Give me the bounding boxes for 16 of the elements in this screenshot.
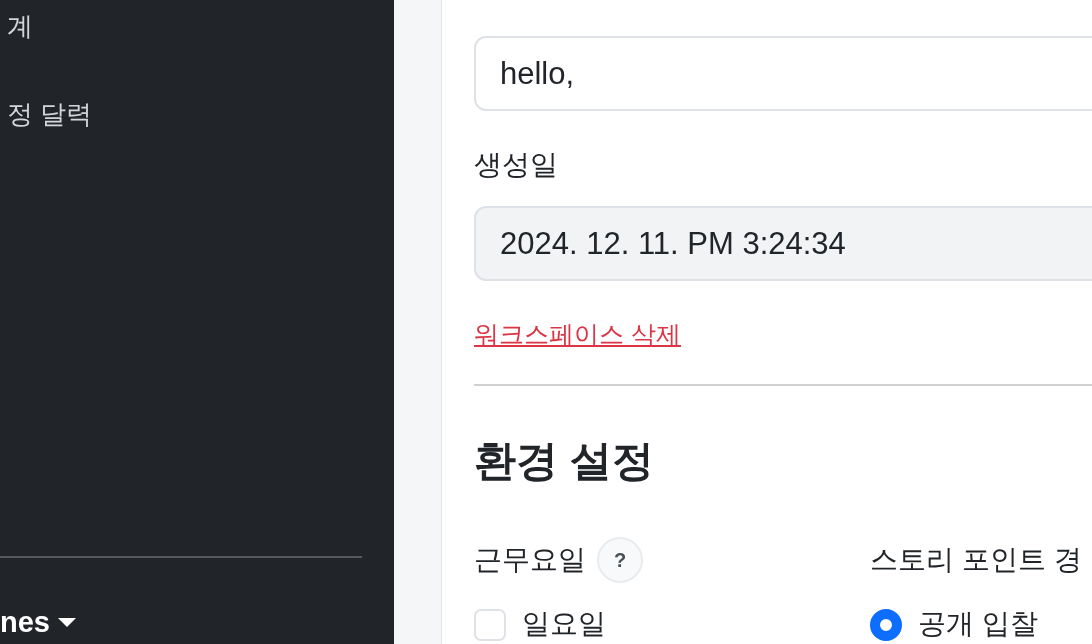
option-label: 공개 입찰: [918, 609, 1038, 639]
menu-toggle[interactable]: nes: [0, 602, 76, 642]
group-label: 근무요일: [474, 543, 586, 577]
checkbox[interactable]: [474, 609, 506, 641]
delete-link[interactable]: 워크스페이스 삭제: [474, 317, 681, 351]
option-label: 일요일: [522, 609, 606, 639]
field-label: 생성일: [474, 148, 558, 182]
text-field[interactable]: 2024. 12. 11. PM 3:24:34: [474, 206, 1092, 281]
sidebar-item[interactable]: 정 달력: [7, 94, 93, 134]
radio-button[interactable]: [870, 609, 902, 641]
section-heading: 환경 설정: [474, 436, 654, 486]
help-button[interactable]: ?: [597, 537, 643, 583]
caret-icon: [58, 617, 76, 627]
sidebar-item[interactable]: 계: [7, 6, 33, 46]
text-field[interactable]: hello,: [474, 36, 1092, 111]
group-label: 스토리 포인트 경: [870, 543, 1082, 577]
